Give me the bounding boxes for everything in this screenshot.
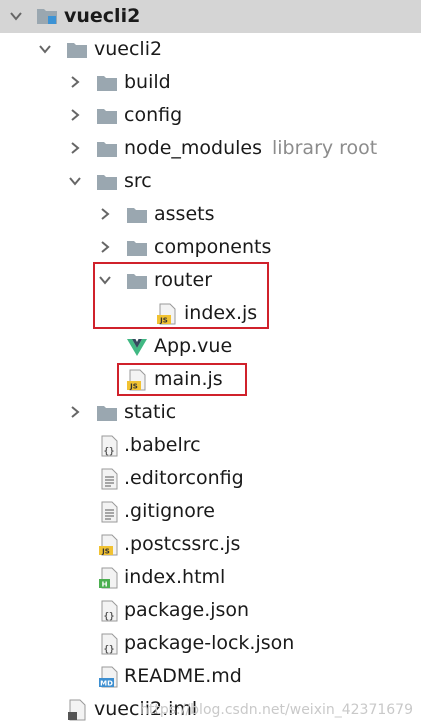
tree-row-build[interactable]: build — [0, 66, 421, 99]
tree-item-label: .gitignore — [124, 500, 215, 522]
chevron-right-icon[interactable] — [68, 108, 82, 122]
folder-icon — [67, 43, 87, 58]
highlight-box-main-js — [117, 363, 247, 396]
chevron-down-icon[interactable] — [38, 42, 52, 56]
tree-row-assets[interactable]: assets — [0, 198, 421, 231]
library-root-tag: library root — [272, 137, 378, 159]
chevron-right-icon[interactable] — [98, 240, 112, 254]
folder-icon — [97, 175, 117, 190]
tree-item-label: assets — [154, 203, 215, 225]
tree-item-label: src — [124, 170, 152, 192]
tree-row-src[interactable]: src — [0, 165, 421, 198]
tree-row-node-modules[interactable]: node_modules library root — [0, 132, 421, 165]
vue-file-icon — [127, 339, 147, 356]
json-file-icon: {} — [101, 435, 118, 457]
svg-text:{}: {} — [104, 612, 115, 622]
watermark: https://blog.csdn.net/weixin_42371679 — [139, 702, 413, 718]
tree-item-label: vuecli2 — [94, 38, 163, 60]
chevron-down-icon[interactable] — [68, 174, 82, 188]
folder-icon — [97, 76, 117, 91]
tree-row-package-json[interactable]: {} package.json — [0, 594, 421, 627]
tree-row-readme-md[interactable]: MD README.md — [0, 660, 421, 693]
svg-text:{}: {} — [104, 447, 115, 457]
json-file-icon: {} — [101, 633, 118, 655]
tree-row-config[interactable]: config — [0, 99, 421, 132]
tree-item-label: static — [124, 401, 177, 423]
tree-row-project-root[interactable]: vuecli2 — [0, 0, 421, 33]
markdown-file-icon: MD — [99, 666, 118, 688]
tree-item-label: App.vue — [154, 335, 233, 357]
svg-text:H: H — [102, 581, 108, 589]
text-file-icon — [101, 501, 118, 523]
tree-row-gitignore[interactable]: .gitignore — [0, 495, 421, 528]
folder-icon — [97, 109, 117, 124]
tree-item-label: package.json — [124, 599, 250, 621]
folder-icon — [127, 241, 147, 256]
tree-row-app-vue[interactable]: App.vue — [0, 330, 421, 363]
folder-icon — [127, 208, 147, 223]
chevron-right-icon[interactable] — [68, 141, 82, 155]
tree-item-label: README.md — [124, 665, 242, 687]
tree-item-label: build — [124, 71, 171, 93]
tree-item-label: components — [154, 236, 272, 258]
tree-item-label: index.html — [124, 566, 226, 588]
chevron-right-icon[interactable] — [98, 207, 112, 221]
module-folder-icon — [37, 9, 57, 24]
tree-row-index-html[interactable]: H index.html — [0, 561, 421, 594]
html-file-icon: H — [99, 567, 118, 589]
chevron-down-icon[interactable] — [9, 9, 23, 23]
tree-row-package-lock-json[interactable]: {} package-lock.json — [0, 627, 421, 660]
chevron-right-icon[interactable] — [68, 405, 82, 419]
tree-item-label: .babelrc — [124, 434, 201, 456]
iml-file-icon — [68, 699, 86, 721]
tree-item-label: vuecli2 — [64, 5, 141, 27]
json-file-icon: {} — [101, 600, 118, 622]
tree-item-label: package-lock.json — [124, 632, 295, 654]
svg-text:{}: {} — [104, 645, 115, 655]
tree-row-vuecli2-folder[interactable]: vuecli2 — [0, 33, 421, 66]
tree-item-label: config — [124, 104, 183, 126]
svg-text:MD: MD — [100, 680, 113, 688]
tree-row-static[interactable]: static — [0, 396, 421, 429]
tree-row-babelrc[interactable]: {} .babelrc — [0, 429, 421, 462]
js-file-icon: JS — [99, 534, 118, 556]
svg-text:JS: JS — [101, 548, 110, 556]
tree-row-editorconfig[interactable]: .editorconfig — [0, 462, 421, 495]
highlight-box-router — [93, 262, 269, 329]
tree-item-label: .postcssrc.js — [124, 533, 241, 555]
folder-icon — [97, 142, 117, 157]
folder-icon — [97, 406, 117, 421]
project-tree: { "tree": { "items": [ {"label": "vuecli… — [0, 0, 421, 724]
text-file-icon — [101, 468, 118, 490]
tree-row-components[interactable]: components — [0, 231, 421, 264]
tree-item-label: .editorconfig — [124, 467, 244, 489]
tree-row-postcssrc-js[interactable]: JS .postcssrc.js — [0, 528, 421, 561]
chevron-right-icon[interactable] — [68, 75, 82, 89]
tree-item-label: node_modules — [124, 137, 263, 159]
